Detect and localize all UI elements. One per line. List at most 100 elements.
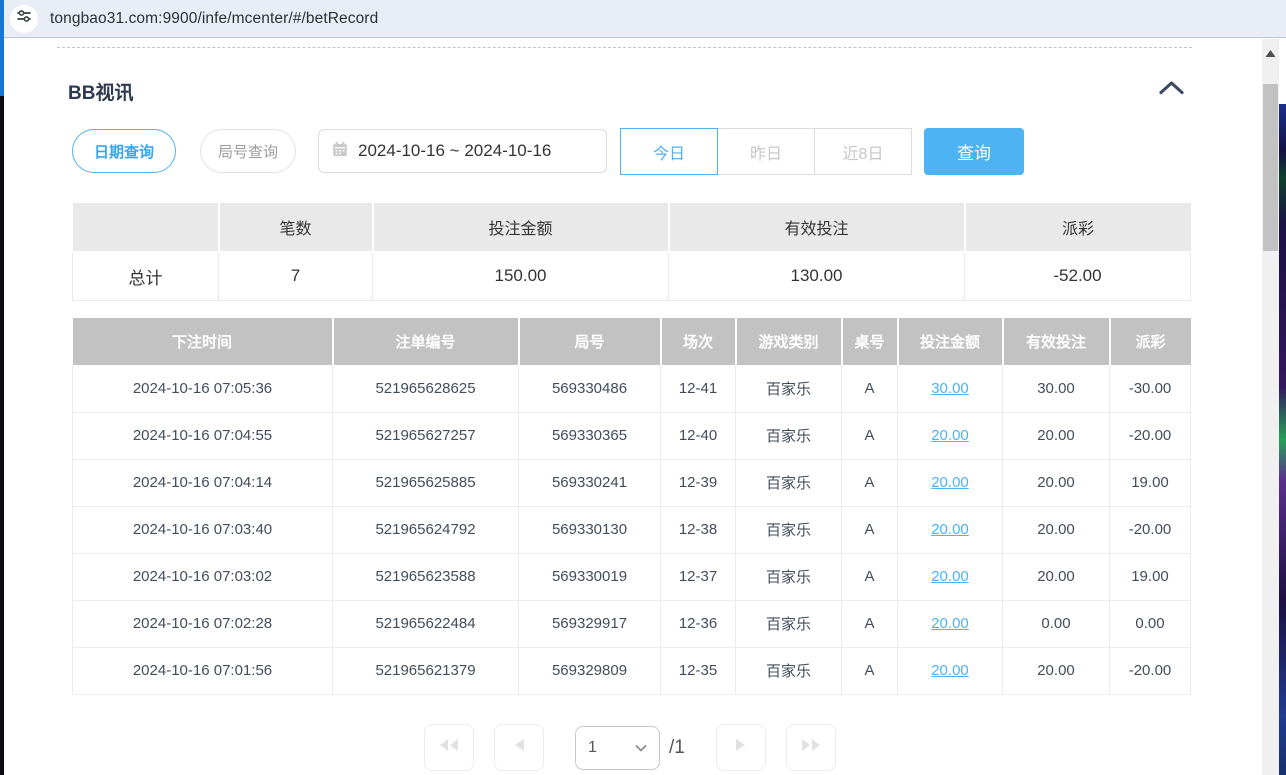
bet-amount-link[interactable]: 20.00: [931, 474, 969, 491]
last-8-days-button[interactable]: 近8日: [814, 128, 912, 175]
bet-amount-link[interactable]: 20.00: [931, 568, 969, 585]
bet-amount-link[interactable]: 20.00: [931, 662, 969, 679]
bet-amount-link[interactable]: 20.00: [931, 427, 969, 444]
collapse-panel-button[interactable]: [1158, 80, 1186, 100]
dashed-divider: [57, 47, 1192, 48]
cell-payout: -30.00: [1110, 365, 1191, 412]
summary-row: 总计 7 150.00 130.00 -52.00: [73, 252, 1191, 300]
cell-round-id: 569330365: [519, 412, 661, 459]
table-row: 2024-10-16 07:04:55521965627257569330365…: [73, 412, 1191, 459]
calendar-icon: [332, 141, 348, 162]
cell-bet-amount: 20.00: [898, 553, 1003, 600]
cell-round-id: 569329917: [519, 600, 661, 647]
cell-table-no: A: [842, 553, 898, 600]
page-select[interactable]: 1: [575, 726, 660, 770]
cell-valid-bet: 30.00: [1003, 365, 1110, 412]
triangle-up-icon[interactable]: [1265, 45, 1276, 54]
window-edge-left-top: [0, 0, 4, 96]
cell-bet-amount: 20.00: [898, 600, 1003, 647]
cell-bet-time: 2024-10-16 07:04:55: [73, 412, 333, 459]
cell-payout: -20.00: [1110, 647, 1191, 694]
cell-session: 12-36: [661, 600, 736, 647]
today-button[interactable]: 今日: [620, 128, 718, 175]
cell-game-type: 百家乐: [736, 647, 842, 694]
cell-game-type: 百家乐: [736, 459, 842, 506]
double-arrow-left-icon: [439, 738, 459, 757]
cell-game-type: 百家乐: [736, 553, 842, 600]
tab-round-query[interactable]: 局号查询: [200, 129, 296, 173]
cell-bet-id: 521965628625: [333, 365, 519, 412]
table-row: 2024-10-16 07:04:14521965625885569330241…: [73, 459, 1191, 506]
cell-bet-id: 521965623588: [333, 553, 519, 600]
cell-round-id: 569330486: [519, 365, 661, 412]
scrollbar[interactable]: [1262, 39, 1279, 775]
cell-table-no: A: [842, 506, 898, 553]
bet-record-table: 下注时间 注单编号 局号 场次 游戏类别 桌号 投注金额 有效投注 派彩 202…: [72, 318, 1191, 695]
cell-bet-amount: 20.00: [898, 459, 1003, 506]
cell-session: 12-41: [661, 365, 736, 412]
summary-header-valid-bet: 有效投注: [669, 203, 965, 252]
table-row: 2024-10-16 07:05:36521965628625569330486…: [73, 365, 1191, 412]
yesterday-button[interactable]: 昨日: [717, 128, 815, 175]
col-header-bet-time: 下注时间: [73, 318, 333, 365]
cell-payout: 19.00: [1110, 459, 1191, 506]
page-title: BB视讯: [68, 78, 133, 105]
col-header-bet-id: 注单编号: [333, 318, 519, 365]
cell-round-id: 569330130: [519, 506, 661, 553]
table-row: 2024-10-16 07:03:40521965624792569330130…: [73, 506, 1191, 553]
cell-session: 12-38: [661, 506, 736, 553]
cell-round-id: 569330241: [519, 459, 661, 506]
date-range-input[interactable]: 2024-10-16 ~ 2024-10-16: [318, 129, 607, 173]
chevron-down-icon: [635, 739, 647, 757]
summary-valid-bet-value: 130.00: [669, 252, 965, 300]
bet-amount-link[interactable]: 20.00: [931, 521, 969, 538]
cell-valid-bet: 20.00: [1003, 553, 1110, 600]
next-page-button[interactable]: [716, 724, 766, 771]
first-page-button[interactable]: [424, 724, 474, 771]
cell-payout: -20.00: [1110, 412, 1191, 459]
table-row: 2024-10-16 07:03:02521965623588569330019…: [73, 553, 1191, 600]
last-page-button[interactable]: [786, 724, 836, 771]
cell-bet-id: 521965624792: [333, 506, 519, 553]
url-text: tongbao31.com:9900/infe/mcenter/#/betRec…: [50, 10, 378, 28]
col-header-table-no: 桌号: [842, 318, 898, 365]
cell-bet-amount: 20.00: [898, 506, 1003, 553]
cell-round-id: 569329809: [519, 647, 661, 694]
summary-total-label: 总计: [73, 252, 219, 300]
arrow-right-icon: [735, 738, 747, 757]
summary-header-blank: [73, 203, 219, 252]
col-header-session: 场次: [661, 318, 736, 365]
cell-bet-id: 521965625885: [333, 459, 519, 506]
summary-header-bet-amount: 投注金额: [373, 203, 669, 252]
date-range-value: 2024-10-16 ~ 2024-10-16: [358, 141, 551, 161]
bet-amount-link[interactable]: 30.00: [931, 380, 969, 397]
prev-page-button[interactable]: [494, 724, 544, 771]
cell-bet-time: 2024-10-16 07:03:40: [73, 506, 333, 553]
search-button[interactable]: 查询: [924, 128, 1024, 175]
cell-game-type: 百家乐: [736, 506, 842, 553]
cell-bet-time: 2024-10-16 07:04:14: [73, 459, 333, 506]
summary-header-count: 笔数: [219, 203, 373, 252]
cell-valid-bet: 20.00: [1003, 412, 1110, 459]
cell-session: 12-35: [661, 647, 736, 694]
summary-payout-value: -52.00: [965, 252, 1191, 300]
site-settings-icon: [16, 8, 32, 29]
cell-session: 12-40: [661, 412, 736, 459]
bet-amount-link[interactable]: 20.00: [931, 615, 969, 632]
col-header-bet-amount: 投注金额: [898, 318, 1003, 365]
cell-valid-bet: 20.00: [1003, 647, 1110, 694]
browser-address-bar[interactable]: tongbao31.com:9900/infe/mcenter/#/betRec…: [3, 0, 1286, 38]
scrollbar-thumb[interactable]: [1263, 84, 1278, 251]
cell-session: 12-37: [661, 553, 736, 600]
site-settings-button[interactable]: [10, 5, 38, 33]
quick-date-group: 今日 昨日 近8日: [620, 128, 912, 175]
cell-table-no: A: [842, 459, 898, 506]
cell-bet-time: 2024-10-16 07:01:56: [73, 647, 333, 694]
cell-table-no: A: [842, 412, 898, 459]
page-total-label: /1: [669, 737, 685, 759]
cell-payout: -20.00: [1110, 506, 1191, 553]
tab-date-query[interactable]: 日期查询: [72, 129, 176, 173]
table-row: 2024-10-16 07:01:56521965621379569329809…: [73, 647, 1191, 694]
cell-bet-id: 521965627257: [333, 412, 519, 459]
cell-bet-amount: 20.00: [898, 647, 1003, 694]
